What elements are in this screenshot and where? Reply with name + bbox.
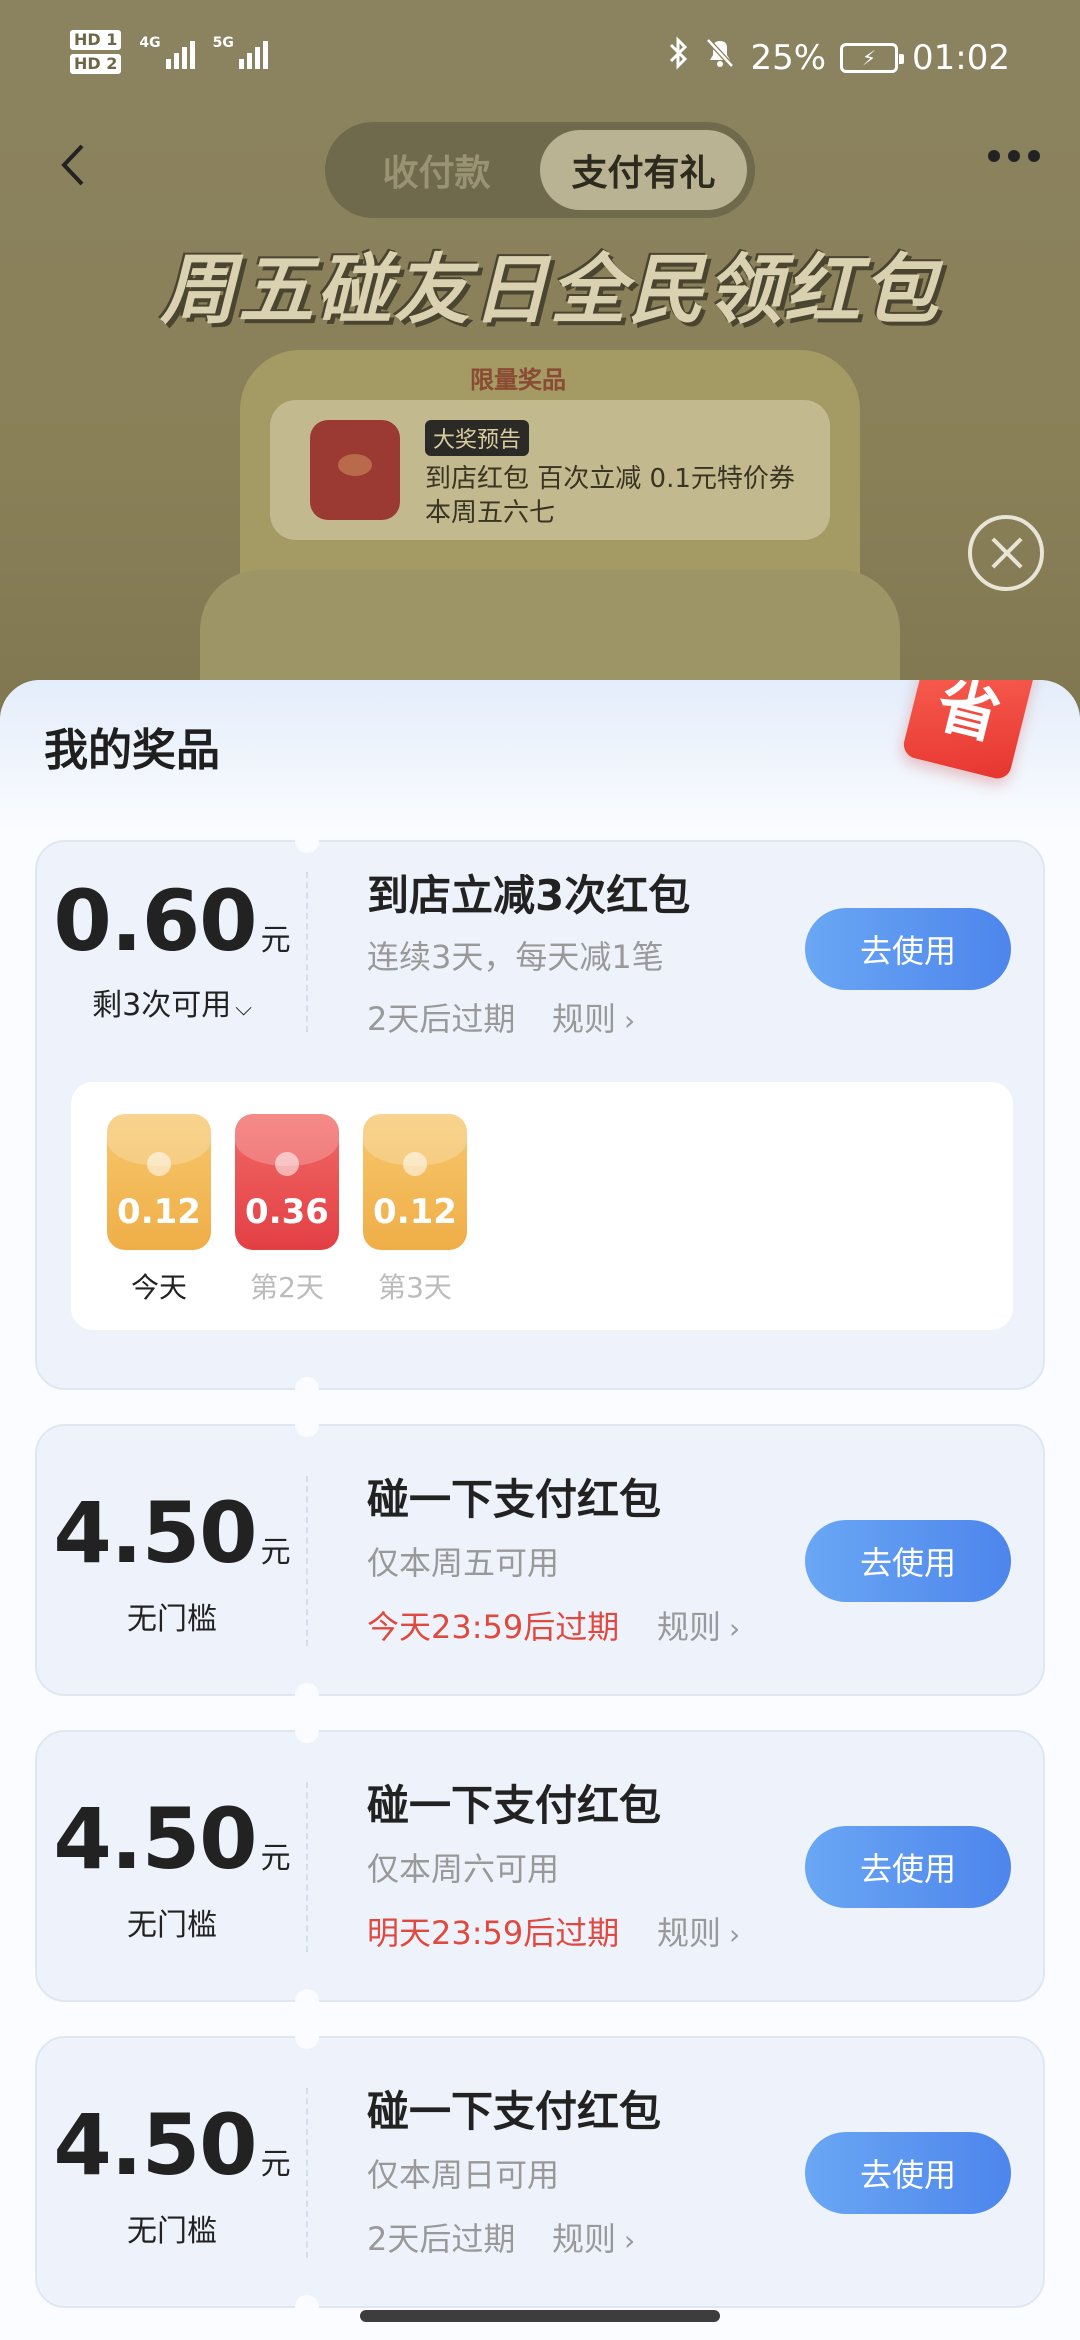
prize-title: 碰一下支付红包 — [367, 2087, 662, 2136]
sheet-header: 我的奖品 省 — [0, 680, 1080, 830]
use-button[interactable]: 去使用 — [805, 1826, 1011, 1908]
prize-expiry: 明天23:59后过期 — [367, 1914, 620, 1952]
battery-percent: 25% — [750, 37, 827, 78]
use-button[interactable]: 去使用 — [805, 1520, 1011, 1602]
signal-group: HD 1 HD 2 4G 5G — [70, 30, 268, 74]
battery-charging-icon: ⚡ — [840, 42, 905, 73]
packet-value: 0.12 — [117, 1192, 201, 1232]
mute-bell-icon — [704, 36, 736, 79]
packet-value: 0.36 — [245, 1192, 329, 1232]
net1-label: 4G — [139, 35, 161, 51]
prize-amount: 4.50 元 — [37, 1790, 307, 1888]
red-envelope-icon — [310, 420, 400, 520]
amount-unit: 元 — [260, 923, 291, 958]
bluetooth-icon — [668, 36, 690, 79]
prize-card: 4.50 元 无门槛 碰一下支付红包 仅本周五可用 今天23:59后过期 规则 › … — [35, 1413, 1045, 1707]
chevron-right-icon: › — [624, 1004, 636, 1037]
day-label: 第2天 — [250, 1271, 324, 1304]
chevron-right-icon: › — [624, 2224, 636, 2257]
grand-prize-badge: 大奖预告 — [425, 420, 530, 456]
day-item: 0.12 今天 — [107, 1114, 211, 1306]
prize-title: 碰一下支付红包 — [367, 1475, 662, 1524]
rules-link[interactable]: 规则 › — [552, 2214, 635, 2260]
rules-link[interactable]: 规则 › — [657, 1602, 740, 1648]
hd-indicators: HD 1 HD 2 — [70, 30, 122, 74]
prize-expiry: 2天后过期 — [367, 1000, 516, 1038]
prize-card: 0.60 元 剩3次可用 ⌵ 到店立减3次红包 连续3天，每天减1笔 2天后过期 规… — [35, 829, 1045, 1401]
threshold-note: 无门槛 — [127, 1602, 217, 1637]
prize-card: 4.50 元 无门槛 碰一下支付红包 仅本周六可用 明天23:59后过期 规则 › … — [35, 1719, 1045, 2013]
rules-label: 规则 — [552, 2220, 617, 2258]
rules-link[interactable]: 规则 › — [657, 1908, 740, 1954]
my-prizes-sheet: 我的奖品 省 0.60 元 剩3次可用 ⌵ 到店立减3次红包 连续3天，每天减1笔 … — [0, 680, 1080, 2340]
back-arrow-icon[interactable] — [50, 140, 100, 190]
chevron-right-icon: › — [729, 1612, 741, 1645]
clock: 01:02 — [912, 37, 1010, 78]
chevron-right-icon: › — [729, 1918, 741, 1951]
prize-desc: 仅本周日可用 — [367, 2156, 560, 2194]
prize-desc: 连续3天，每天减1笔 — [367, 938, 664, 976]
prize-desc: 仅本周六可用 — [367, 1850, 560, 1888]
top-tab-switch: 收付款 支付有礼 — [325, 122, 755, 218]
tab-collect-pay[interactable]: 收付款 — [333, 130, 540, 210]
remaining-uses-label: 剩3次可用 — [92, 988, 232, 1023]
amount-value: 4.50 — [53, 1790, 257, 1888]
prize-expiry: 今天23:59后过期 — [367, 1608, 620, 1646]
save-tag-icon: 省 — [900, 680, 1040, 782]
red-packet-icon: 0.36 — [235, 1114, 339, 1250]
amount-unit: 元 — [260, 1841, 291, 1876]
limit-tag: 限量奖品 — [470, 366, 566, 394]
banner-title: 周五碰友日全民领红包 — [160, 245, 940, 334]
signal-4g-icon: 4G — [139, 35, 195, 69]
remaining-uses-dropdown[interactable]: 剩3次可用 ⌵ — [37, 980, 307, 1024]
rules-label: 规则 — [657, 1914, 722, 1952]
day-label: 今天 — [130, 1271, 187, 1304]
day-item: 0.36 第2天 — [235, 1114, 339, 1306]
status-bar: HD 1 HD 2 4G 5G 25% ⚡ 01:02 — [0, 0, 1080, 120]
prize-title: 到店立减3次红包 — [367, 871, 691, 920]
signal-5g-icon: 5G — [213, 35, 268, 69]
status-right: 25% ⚡ 01:02 — [668, 36, 1010, 79]
more-options-icon[interactable] — [988, 150, 1040, 162]
prize-amount: 4.50 元 — [37, 2096, 307, 2194]
packet-value: 0.12 — [373, 1192, 457, 1232]
day-label: 第3天 — [378, 1271, 452, 1304]
net2-label: 5G — [212, 35, 234, 51]
rules-label: 规则 — [657, 1608, 722, 1646]
threshold-note: 无门槛 — [127, 1908, 217, 1943]
prize-card: 4.50 元 无门槛 碰一下支付红包 仅本周日可用 2天后过期 规则 › 去使用 — [35, 2025, 1045, 2319]
use-button[interactable]: 去使用 — [805, 2132, 1011, 2214]
sheet-title: 我的奖品 — [44, 725, 220, 776]
hd1-label: HD 1 — [70, 30, 122, 50]
prize-expiry: 2天后过期 — [367, 2220, 516, 2258]
prize-amount: 4.50 元 — [37, 1484, 307, 1582]
hd2-label: HD 2 — [70, 54, 122, 74]
background-page: HD 1 HD 2 4G 5G 25% ⚡ 01:02 收付款 支付有礼 周五碰… — [0, 0, 1080, 760]
prize-dates: 本周五六七 — [425, 498, 556, 528]
prize-desc: 仅本周五可用 — [367, 1544, 560, 1582]
amount-value: 4.50 — [53, 2096, 257, 2194]
amount-value: 4.50 — [53, 1484, 257, 1582]
day-item: 0.12 第3天 — [363, 1114, 467, 1306]
amount-unit: 元 — [260, 1535, 291, 1570]
amount-unit: 元 — [260, 2147, 291, 2182]
daily-packets: 0.12 今天 0.36 第2天 0.12 第3天 — [71, 1082, 1013, 1330]
tab-pay-gift[interactable]: 支付有礼 — [540, 130, 747, 210]
rules-label: 规则 — [552, 1000, 617, 1038]
prize-list: 0.60 元 剩3次可用 ⌵ 到店立减3次红包 连续3天，每天减1笔 2天后过期 规… — [35, 829, 1045, 2340]
close-icon[interactable] — [968, 515, 1044, 591]
amount-value: 0.60 — [53, 872, 257, 970]
prize-description: 到店红包 百次立减 0.1元特价券 — [425, 464, 795, 494]
chevron-down-icon: ⌵ — [235, 996, 252, 1021]
red-packet-icon: 0.12 — [363, 1114, 467, 1250]
threshold-note: 无门槛 — [127, 2214, 217, 2249]
home-indicator[interactable] — [360, 2310, 720, 2322]
prize-title: 碰一下支付红包 — [367, 1781, 662, 1830]
rules-link[interactable]: 规则 › — [552, 994, 635, 1040]
red-packet-icon: 0.12 — [107, 1114, 211, 1250]
use-button[interactable]: 去使用 — [805, 908, 1011, 990]
prize-amount: 0.60 元 — [37, 872, 307, 970]
